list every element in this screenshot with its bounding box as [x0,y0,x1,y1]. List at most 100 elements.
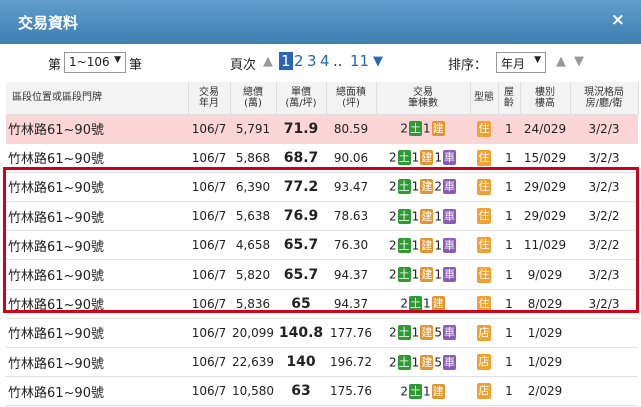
cell-total-price: 22,639 [230,347,276,378]
type-badge: 住 [477,178,491,195]
cell-total-price: 5,820 [230,259,276,290]
type-badge: 住 [477,266,491,283]
cell-location: 竹林路61~90號 [6,289,188,319]
page-4-link[interactable]: 4 [320,52,330,70]
cell-location: 竹林路61~90號 [6,201,188,232]
cell-unit-price: 76.9 [276,201,326,232]
cell-area: 175.76 [326,376,376,407]
record-range-value: 1~106 [69,55,110,69]
building-badge-icon: 建 [420,267,434,283]
cell-floor: 24/029 [520,114,570,144]
table-row[interactable]: 竹林路61~90號 106/7 5,836 65 94.37 2 土 1 建住 1 8/029 3/2… [6,289,638,319]
col-header-floor[interactable]: 樓別 樓高 [520,82,571,115]
parking-badge-icon: 車 [442,179,456,195]
cell-year-month: 106/7 [188,230,230,261]
cell-area: 78.63 [326,201,376,232]
parking-count: 5 [434,325,442,340]
land-count: 2 [400,121,408,136]
parking-count: 1 [434,238,442,253]
land-count: 2 [389,150,397,165]
cell-location: 竹林路61~90號 [6,318,188,349]
cell-unit-price: 77.2 [276,172,326,203]
col-header-area[interactable]: 總面積 (坪) [326,82,377,115]
building-count: 1 [411,150,420,165]
land-badge-icon: 土 [397,208,411,224]
table-header-row: 區段位置或區段門牌 交易 年月 總價 (萬) 單價 (萬/坪) 總面積 (坪) 交易 筆棟… [6,82,639,115]
parking-badge-icon: 車 [442,208,456,224]
table-row[interactable]: 竹林路61~90號 106/7 5,791 71.9 80.59 2 土 1 建住 1 24/029… [6,114,638,144]
building-badge-icon: 建 [420,237,434,253]
cell-layout: 3/2/3 [570,114,638,144]
building-count: 1 [423,384,431,399]
table-row[interactable]: 竹林路61~90號 106/7 6,390 77.2 93.47 2 土 1 建 2 車住 1 29/0… [6,172,638,203]
cell-area: 196.72 [326,347,376,378]
cell-type: 店 [470,376,498,407]
cell-floor: 29/029 [520,201,570,232]
sort-asc-icon[interactable]: ▲ [556,54,566,69]
building-count: 1 [411,325,420,340]
col-header-layout[interactable]: 現況格局 房/廳/衛 [570,82,639,115]
close-icon[interactable]: × [611,10,625,30]
cell-total-price: 4,658 [230,230,276,261]
cell-location: 竹林路61~90號 [6,172,188,203]
cell-year-month: 106/7 [188,172,230,203]
cell-age: 1 [498,143,520,173]
parking-count: 2 [434,179,442,194]
cell-layout: 3/2/2 [570,201,638,232]
cell-area: 94.37 [326,259,376,290]
table-row[interactable]: 竹林路61~90號 106/7 10,580 63 175.76 2 土 1 建店 1 2/029 [6,376,638,407]
toolbar: 第 1~106 ▼ 筆 頁次 ▲ 1 2 3 4 .. 11 ▼ 排序： 年月 … [0,44,641,82]
cell-type: 店 [470,347,498,378]
cell-area: 94.37 [326,289,376,319]
record-range-select[interactable]: 1~106 ▼ [64,52,126,73]
col-header-unit-price[interactable]: 單價 (萬/坪) [276,82,327,115]
sort-desc-icon[interactable]: ▼ [574,54,584,69]
land-badge-icon: 土 [397,179,411,195]
page-3-link[interactable]: 3 [307,52,317,70]
table-row[interactable]: 竹林路61~90號 106/7 5,820 65.7 94.37 2 土 1 建 1 車住 1 9/02… [6,259,638,290]
table-row[interactable]: 竹林路61~90號 106/7 20,099 140.8 177.76 2 土 1 建 5 車店 1 1… [6,318,638,349]
type-badge: 住 [477,149,491,166]
prev-page-arrow-icon[interactable]: ▲ [263,54,273,69]
cell-area: 76.30 [326,230,376,261]
col-header-count[interactable]: 交易 筆棟數 [376,82,471,115]
building-count: 1 [411,355,420,370]
cell-layout: 3/2/2 [570,230,638,261]
cell-count: 2土1建1車 [376,230,470,261]
col-header-year-month[interactable]: 交易 年月 [188,82,231,115]
last-page-link[interactable]: 11 [350,52,369,70]
cell-count: 2土1建 [376,289,470,319]
building-badge-icon: 建 [420,150,434,166]
cell-type: 住 [470,289,498,319]
cell-count: 2土1建2車 [376,172,470,203]
cell-area: 80.59 [326,114,376,144]
building-count: 1 [411,209,420,224]
building-count: 1 [423,121,431,136]
table-row[interactable]: 竹林路61~90號 106/7 5,868 68.7 90.06 2 土 1 建 1 車住 1 15/0… [6,143,638,173]
table-row[interactable]: 竹林路61~90號 106/7 5,638 76.9 78.63 2 土 1 建 1 車住 1 29/0… [6,201,638,232]
cell-area: 93.47 [326,172,376,203]
cell-unit-price: 68.7 [276,143,326,173]
type-badge: 店 [477,354,491,371]
parking-count: 1 [434,267,442,282]
page-1-link[interactable]: 1 [279,52,293,70]
type-badge: 住 [477,208,491,225]
cell-unit-price: 65.7 [276,230,326,261]
page-2-link[interactable]: 2 [294,52,304,70]
col-header-total-price[interactable]: 總價 (萬) [230,82,277,115]
cell-layout: 3/2/3 [570,143,638,173]
cell-floor: 8/029 [520,289,570,319]
cell-year-month: 106/7 [188,201,230,232]
table-row[interactable]: 竹林路61~90號 106/7 22,639 140 196.72 2 土 1 建 5 車店 1 1/0… [6,347,638,378]
cell-area: 90.06 [326,143,376,173]
col-header-type[interactable]: 型態 [470,82,499,115]
col-header-age[interactable]: 屋齡 [498,82,521,115]
cell-age: 1 [498,376,520,407]
sort-select[interactable]: 年月 ▼ [496,52,546,73]
cell-layout [570,318,638,349]
next-page-arrow-icon[interactable]: ▼ [373,54,383,69]
table-row[interactable]: 竹林路61~90號 106/7 4,658 65.7 76.30 2 土 1 建 1 車住 1 11/0… [6,230,638,261]
type-badge: 住 [477,120,491,137]
cell-layout [570,376,638,407]
col-header-location[interactable]: 區段位置或區段門牌 [6,82,189,115]
